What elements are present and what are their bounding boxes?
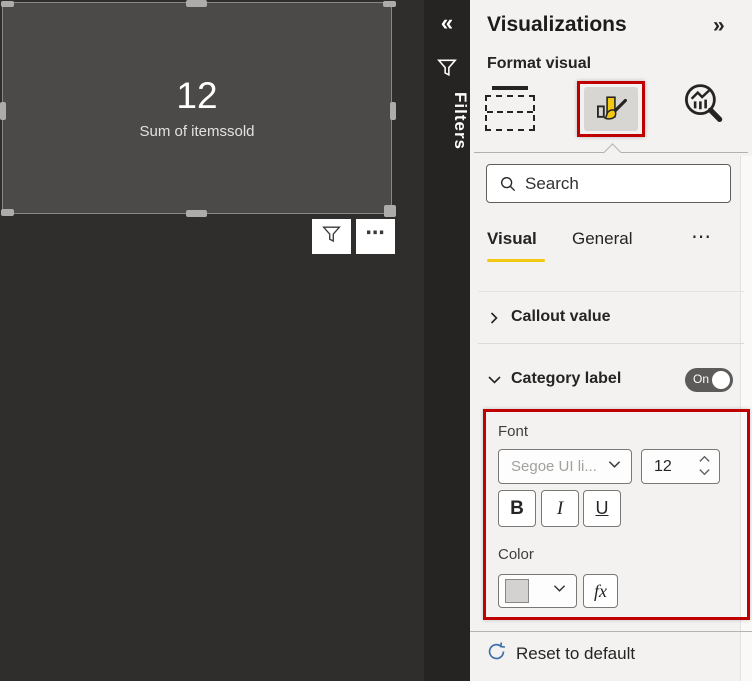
resize-handle-bottom-left[interactable] — [1, 209, 14, 216]
reset-to-default[interactable]: Reset to default — [486, 641, 635, 667]
resize-handle-top-right[interactable] — [383, 1, 396, 7]
resize-handle-bottom-center[interactable] — [186, 210, 207, 217]
expand-filters-icon[interactable]: « — [424, 10, 470, 36]
spinner-up-icon[interactable] — [698, 454, 711, 464]
tab-visual[interactable]: Visual — [487, 229, 537, 249]
bold-button[interactable]: B — [498, 490, 536, 527]
category-label-toggle[interactable]: On — [685, 368, 733, 392]
resize-handle-mid-right[interactable] — [390, 102, 396, 120]
font-size-field[interactable] — [654, 457, 694, 476]
annotation-red-box-format-icon — [577, 81, 645, 137]
font-size-input — [641, 449, 720, 484]
powerbi-window: 12 Sum of itemssold ⋯ « Filters Visualiz… — [0, 0, 752, 681]
collapse-pane-icon[interactable]: » — [713, 14, 725, 38]
reset-undo-icon — [486, 641, 507, 667]
font-family-dropdown[interactable]: Segoe UI li... — [498, 449, 632, 484]
underline-button[interactable]: U — [583, 490, 621, 527]
analytics-icon[interactable] — [682, 82, 724, 126]
pane-subtitle: Format visual — [487, 55, 592, 72]
spinner-down-icon[interactable] — [698, 467, 711, 477]
filters-pane-collapsed: « Filters — [424, 0, 470, 681]
pane-title: Visualizations — [487, 13, 627, 36]
callout-value: 12 — [176, 74, 218, 116]
build-visual-icon-box — [485, 95, 535, 131]
active-tab-indicator — [487, 259, 545, 262]
color-swatch — [505, 579, 529, 603]
section-divider — [478, 291, 744, 292]
section-callout-value[interactable]: Callout value — [470, 301, 740, 337]
italic-button[interactable]: I — [541, 490, 579, 527]
font-size-spinner[interactable] — [698, 454, 711, 477]
resize-handle-mid-left[interactable] — [0, 102, 6, 120]
selected-icon-notch — [603, 143, 622, 162]
conditional-formatting-fx-button[interactable]: fx — [583, 574, 618, 608]
tab-general[interactable]: General — [572, 229, 632, 249]
section-label: Callout value — [511, 308, 611, 325]
format-search-box — [486, 164, 746, 203]
resize-handle-top-left[interactable] — [1, 1, 14, 7]
filters-funnel-icon[interactable] — [436, 57, 458, 84]
section-category-label[interactable]: Category label On — [470, 363, 740, 399]
font-family-value: Segoe UI li... — [511, 458, 597, 475]
chevron-right-icon — [486, 310, 502, 331]
chevron-down-icon — [552, 582, 567, 600]
visualizations-pane: Visualizations » Format visual Search Vi… — [470, 0, 752, 681]
category-label-text: Sum of itemssold — [139, 123, 255, 141]
visual-hover-actions: ⋯ — [312, 219, 395, 254]
search-icon — [501, 176, 515, 191]
search-input[interactable] — [525, 173, 746, 194]
format-visual-icon[interactable] — [584, 87, 638, 131]
reset-label: Reset to default — [516, 644, 636, 663]
resize-handle-top-center[interactable] — [186, 0, 207, 7]
build-visual-icon[interactable] — [485, 84, 535, 132]
section-divider — [478, 343, 744, 344]
visual-more-options-button[interactable]: ⋯ — [356, 219, 395, 254]
visual-filter-button[interactable] — [312, 219, 351, 254]
section-label: Category label — [511, 370, 622, 387]
color-group-label: Color — [498, 546, 534, 563]
toggle-knob — [712, 371, 730, 389]
report-canvas[interactable]: 12 Sum of itemssold ⋯ — [0, 0, 424, 681]
toggle-state-label: On — [693, 372, 710, 386]
build-visual-icon-bar — [492, 86, 528, 90]
resize-handle-bottom-right[interactable] — [384, 205, 396, 217]
footer-divider — [470, 631, 752, 632]
ellipsis-icon: ⋯ — [365, 223, 386, 244]
font-group-label: Font — [498, 423, 529, 440]
color-picker-dropdown[interactable] — [498, 574, 577, 608]
chevron-down-icon — [607, 458, 622, 476]
filters-pane-title[interactable]: Filters — [424, 92, 470, 150]
tabs-more-icon[interactable]: ⋯ — [691, 224, 712, 249]
funnel-icon — [321, 224, 342, 250]
chevron-down-icon — [486, 372, 503, 393]
card-visual[interactable]: 12 Sum of itemssold — [0, 0, 396, 217]
